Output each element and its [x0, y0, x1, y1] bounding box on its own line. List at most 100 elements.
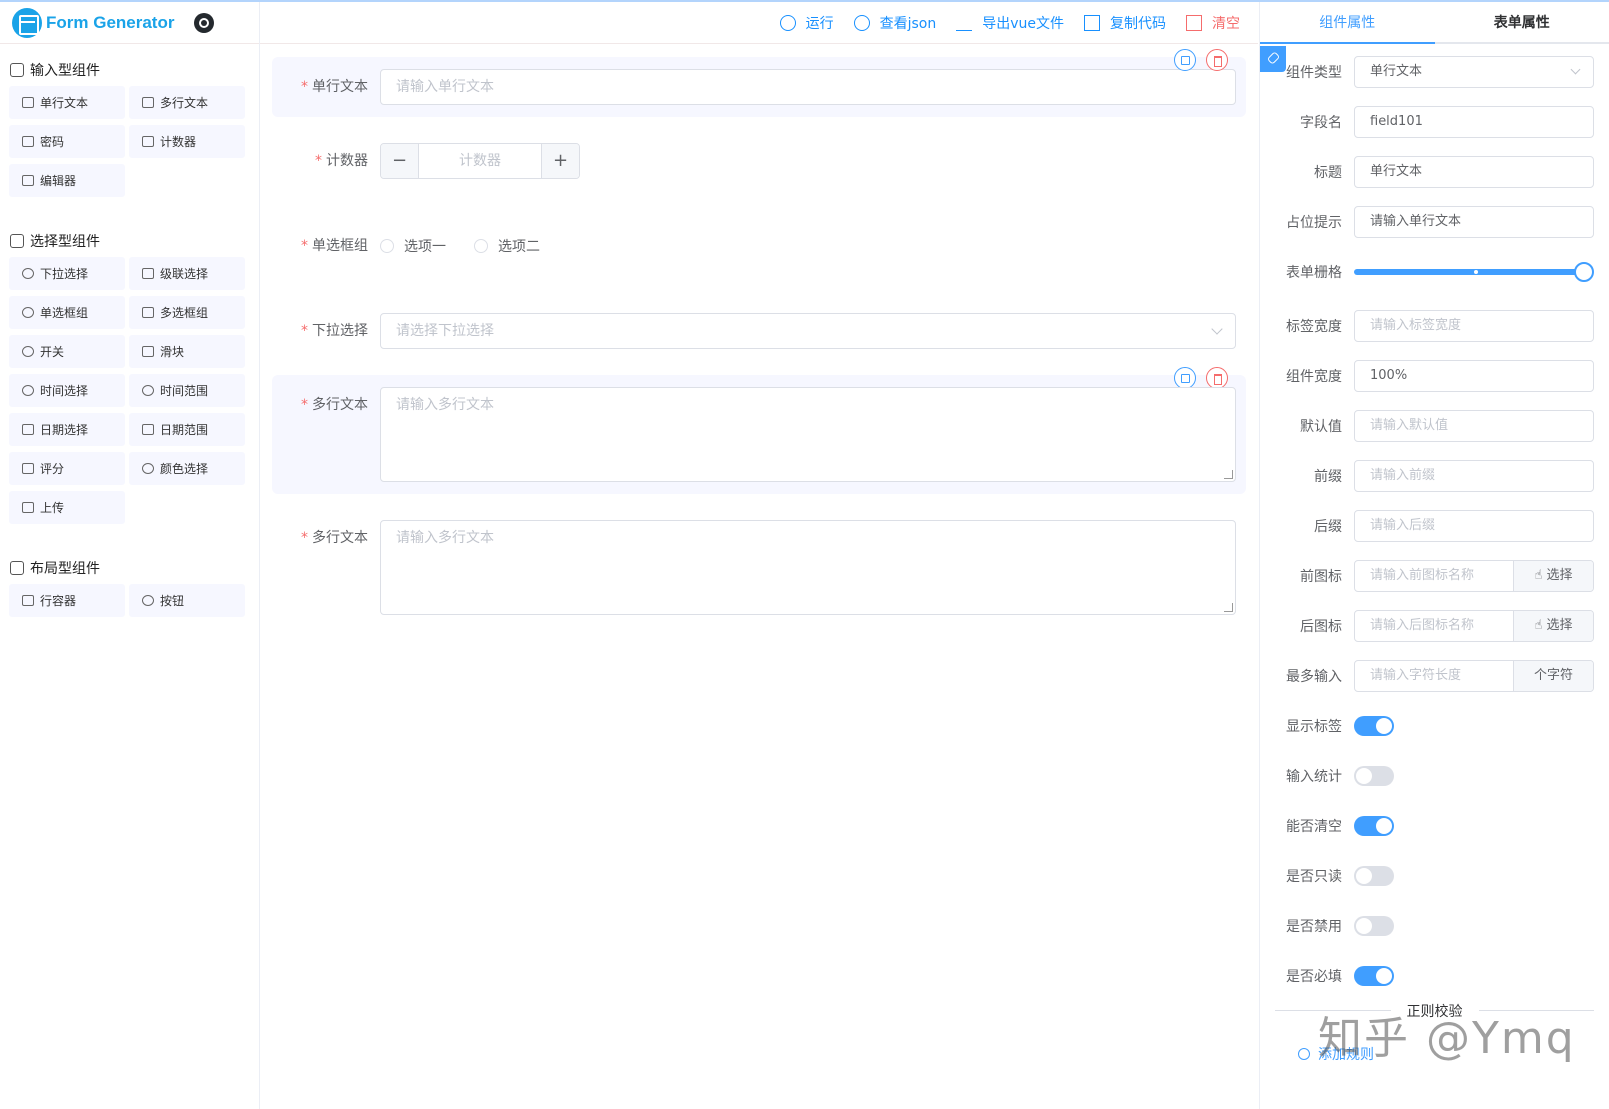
decrement-button[interactable]: − — [381, 144, 419, 178]
required-switch[interactable] — [1354, 966, 1394, 986]
link-icon[interactable] — [1260, 46, 1286, 72]
prefix-icon-select-button[interactable]: ☝ 选择 — [1513, 561, 1593, 591]
group-title-input: 输入型组件 — [10, 60, 259, 80]
slider-thumb[interactable] — [1574, 262, 1594, 282]
comp-color[interactable]: 颜色选择 — [129, 452, 245, 485]
prefix-input[interactable]: 请输入前缀 — [1354, 460, 1594, 492]
copy-item-icon[interactable] — [1174, 367, 1196, 389]
max-length-append: 个字符 — [1513, 661, 1593, 691]
comp-checkbox[interactable]: 多选框组 — [129, 296, 245, 329]
suffix-icon-input[interactable]: 请输入后图标名称 — [1355, 611, 1513, 641]
prefix-icon-input[interactable]: 请输入前图标名称 — [1355, 561, 1513, 591]
prop-component-type: 组件类型 单行文本 — [1260, 56, 1594, 88]
label-width-input[interactable]: 请输入标签宽度 — [1354, 310, 1594, 342]
comp-rate[interactable]: 评分 — [9, 452, 125, 485]
comp-date-range[interactable]: 日期范围 — [129, 413, 245, 446]
textarea-input-2[interactable]: 请输入多行文本 — [380, 520, 1236, 615]
form-item-counter[interactable]: * 计数器 − 计数器 + — [272, 131, 1246, 191]
comp-row[interactable]: 行容器 — [9, 584, 125, 617]
delete-item-icon[interactable] — [1206, 49, 1228, 71]
clock-icon — [22, 385, 34, 396]
prop-suffix-icon: 后图标 请输入后图标名称 ☝ 选择 — [1260, 610, 1594, 642]
increment-button[interactable]: + — [541, 144, 579, 178]
slider-track — [1354, 269, 1586, 275]
comp-time-range[interactable]: 时间范围 — [129, 374, 245, 407]
comp-password[interactable]: 密码 — [9, 125, 125, 158]
toolbar: 运行 查看json 导出vue文件 复制代码 清空 — [260, 2, 1258, 44]
tab-form-props[interactable]: 表单属性 — [1435, 2, 1609, 42]
clearable-switch[interactable] — [1354, 816, 1394, 836]
properties-panel: 组件属性 表单属性 组件类型 单行文本 字段名 field101 标题 单行文本… — [1259, 2, 1609, 1109]
comp-date[interactable]: 日期选择 — [9, 413, 125, 446]
form-label: * 下拉选择 — [301, 323, 368, 339]
eye-icon — [853, 14, 870, 31]
comp-upload[interactable]: 上传 — [9, 491, 125, 524]
radio-option-2[interactable]: 选项二 — [474, 236, 540, 256]
component-type-select[interactable]: 单行文本 — [1354, 56, 1594, 88]
delete-item-icon[interactable] — [1206, 367, 1228, 389]
radio-option-1[interactable]: 选项一 — [380, 236, 446, 256]
title-input[interactable]: 单行文本 — [1354, 156, 1594, 188]
form-label: * 计数器 — [315, 153, 368, 169]
github-icon[interactable] — [194, 12, 215, 33]
comp-single-text[interactable]: 单行文本 — [9, 86, 125, 119]
palette-icon — [142, 463, 154, 474]
copy-code-button[interactable]: 复制代码 — [1084, 13, 1166, 33]
columns-icon — [22, 595, 34, 606]
disabled-switch[interactable] — [1354, 916, 1394, 936]
radio-circle-icon — [380, 239, 394, 253]
comp-cascader[interactable]: 级联选择 — [129, 257, 245, 290]
export-vue-button[interactable]: 导出vue文件 — [956, 13, 1064, 33]
form-item-radio[interactable]: * 单选框组 选项一 选项二 — [272, 216, 1246, 276]
cascader-icon — [142, 268, 154, 279]
form-label: * 多行文本 — [301, 530, 368, 546]
view-json-button[interactable]: 查看json — [853, 13, 936, 33]
single-text-input[interactable]: 请输入单行文本 — [380, 69, 1236, 105]
suffix-icon-select-button[interactable]: ☝ 选择 — [1513, 611, 1593, 641]
comp-counter[interactable]: 计数器 — [129, 125, 245, 158]
grid-slider[interactable] — [1354, 256, 1594, 288]
form-item-textarea-2[interactable]: * 多行文本 请输入多行文本 — [272, 508, 1246, 627]
form-item-select[interactable]: * 下拉选择 请选择下拉选择 — [272, 301, 1246, 361]
component-sidebar: Form Generator 输入型组件 单行文本 多行文本 密码 计数器 编辑… — [0, 2, 260, 1109]
comp-editor[interactable]: 编辑器 — [9, 164, 125, 197]
hand-pointer-icon: ☝ — [1534, 618, 1547, 633]
copy-icon — [1084, 14, 1100, 31]
watermark: 知乎 @Ymq — [1318, 1013, 1576, 1064]
comp-button[interactable]: 按钮 — [129, 584, 245, 617]
run-button[interactable]: 运行 — [779, 13, 834, 33]
max-length-input[interactable]: 请输入字符长度 — [1355, 661, 1513, 691]
radio-circle-icon — [474, 239, 488, 253]
readonly-switch[interactable] — [1354, 866, 1394, 886]
plus-circle-icon — [1298, 1048, 1310, 1060]
comp-select[interactable]: 下拉选择 — [9, 257, 125, 290]
comp-time[interactable]: 时间选择 — [9, 374, 125, 407]
switch-icon — [22, 346, 34, 357]
clear-button[interactable]: 清空 — [1186, 13, 1240, 33]
default-value-input[interactable]: 请输入默认值 — [1354, 410, 1594, 442]
form-item-textarea-1[interactable]: * 多行文本 请输入多行文本 — [272, 367, 1246, 494]
placeholder-input[interactable]: 请输入单行文本 — [1354, 206, 1594, 238]
hand-pointer-icon: ☝ — [1534, 568, 1547, 583]
textarea-input-1[interactable]: 请输入多行文本 — [380, 387, 1236, 482]
textarea-icon — [142, 97, 154, 108]
comp-switch[interactable]: 开关 — [9, 335, 125, 368]
prop-default-value: 默认值 请输入默认值 — [1260, 410, 1594, 442]
comp-radio[interactable]: 单选框组 — [9, 296, 125, 329]
component-width-input[interactable]: 100% — [1354, 360, 1594, 392]
tab-component-props[interactable]: 组件属性 — [1260, 2, 1435, 44]
suffix-input[interactable]: 请输入后缀 — [1354, 510, 1594, 542]
select-input[interactable]: 请选择下拉选择 — [380, 313, 1236, 349]
word-limit-switch[interactable] — [1354, 766, 1394, 786]
select-components: 下拉选择 级联选择 单选框组 多选框组 开关 滑块 时间选择 时间范围 日期选择… — [0, 257, 259, 524]
copy-item-icon[interactable] — [1174, 49, 1196, 71]
form-item-single-text[interactable]: * 单行文本 请输入单行文本 — [272, 49, 1246, 117]
show-label-switch[interactable] — [1354, 716, 1394, 736]
counter-input[interactable]: 计数器 — [419, 144, 541, 178]
comp-textarea[interactable]: 多行文本 — [129, 86, 245, 119]
field-name-input[interactable]: field101 — [1354, 106, 1594, 138]
layout-components: 行容器 按钮 — [0, 584, 259, 617]
star-icon — [22, 463, 34, 474]
comp-slider[interactable]: 滑块 — [129, 335, 245, 368]
chevron-down-icon — [1211, 323, 1223, 335]
